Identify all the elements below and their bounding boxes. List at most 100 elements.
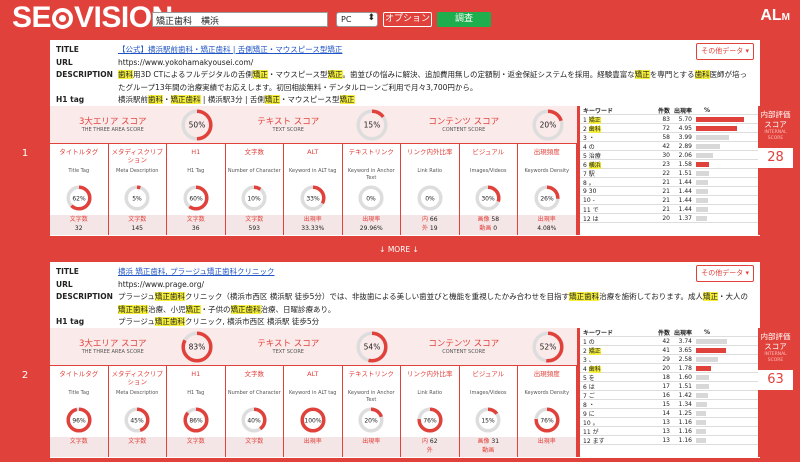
metric-desc: Keyword in Anchor Text [347,390,395,403]
metric-foot: 内 62 外 [401,437,459,457]
options-button[interactable]: オプション [383,12,432,27]
svg-text:30%: 30% [482,196,496,203]
metric-name: 文字数 [244,370,265,378]
metric-desc: Link Ratio [417,168,443,174]
metric-name: タイトルタグ [59,370,99,378]
metric-foot: 文字数 [225,437,283,457]
metric-name: ALT [307,148,319,156]
metric-foot: 文字数 [108,437,166,457]
result-card: その他データ ▾ TITLE 横浜 矯正歯科, プラージュ矯正歯科クリニック UR… [50,262,760,458]
svg-text:100%: 100% [304,418,321,425]
more-link[interactable]: ↓ MORE ↓ [44,245,754,254]
svg-text:45%: 45% [131,418,145,425]
metric-ring: 86% [182,406,210,438]
label-url: URL [56,279,73,289]
metric-name: ALT [307,370,319,378]
app-logo[interactable]: SE VISION [12,1,173,35]
metric-foot: 画像 58 動画 0 [459,215,517,235]
score-section: 3大エリア スコア THE THREE AREA SCORE 50% テキスト … [50,106,760,235]
internal-score-value: 63 [758,370,793,390]
result-card: その他データ ▾ TITLE 【公式】横浜駅前歯科・矯正歯科 | 舌側矯正・マウス… [50,40,760,236]
metric-link-ratio: リンク内外比率 Link Ratio 0% 内 66 外 19 [401,144,460,235]
metric-foot: 出現率 [284,437,342,457]
metric-desc: Keyword in ALT tag [289,168,337,174]
metric-name: リンク内外比率 [407,370,453,378]
metric-desc: Images/Videos [469,168,507,174]
result-rank: 2 [21,370,29,381]
metric-foot: 出現率 33.33% [284,215,342,235]
metric-visual: ビジュアル Images/Videos 30% 画像 58 動画 0 [459,144,518,235]
label-url: URL [56,57,73,67]
svg-text:96%: 96% [72,418,86,425]
metric-ring: 15% [474,406,502,438]
device-select[interactable]: PC [336,12,378,27]
metric-foot: 文字数 593 [225,215,283,235]
other-data-dropdown[interactable]: その他データ ▾ [696,43,754,60]
result-title-link[interactable]: 横浜 矯正歯科, プラージュ矯正歯科クリニック [118,266,754,279]
metric-ring: 33% [299,184,327,216]
alm-logo: ALM [760,7,790,24]
metric-ring: 5% [123,184,151,216]
svg-text:0%: 0% [366,196,376,203]
metric-ring: 62% [65,184,93,216]
svg-text:62%: 62% [72,196,86,203]
metric-desc: Images/Videos [469,390,507,396]
metric-foot: 内 66 外 19 [401,215,459,235]
internal-score-value: 28 [758,148,793,168]
metric-desc: Number of Character [227,168,281,174]
keyword-row: 9 30 21 1.44 [580,187,758,196]
result-url: https://www.prage.org/ [118,279,205,289]
label-title: TITLE [56,267,79,276]
metric-desc: Title Tag [68,168,90,174]
metric-foot: 文字数 36 [167,215,225,235]
result-description: プラージュ矯正歯科クリニック（横浜市西区 横浜駅 徒歩5分）では、非抜歯による美… [118,292,748,314]
metric-name: 文字数 [244,148,265,156]
svg-text:0%: 0% [425,196,435,203]
metric-ring: 0% [416,184,444,216]
metric-desc: Keyword in Anchor Text [347,168,395,181]
metric-anchor: テキストリンク Keyword in Anchor Text 0% 出現率 29.… [342,144,401,235]
svg-text:33%: 33% [306,196,320,203]
metric-desc: Keywords Density [524,390,570,396]
internal-score-title: 内部評価スコア [760,110,791,129]
metric-ring: 10% [240,184,268,216]
app-header: SEVISION 矯正歯科 横浜 PC オプション 調査 ALM [0,0,800,36]
result-title-link[interactable]: 【公式】横浜駅前歯科・矯正歯科 | 舌側矯正・マウスピース型矯正 [118,44,754,57]
internal-score-subtitle: INTERNAL SCORE [764,130,787,141]
svg-text:76%: 76% [423,418,437,425]
metric-desc: Title Tag [68,390,90,396]
metric-ring: 100% [299,406,327,438]
metric-ring: 45% [123,406,151,438]
search-button[interactable]: 調査 [437,12,491,27]
label-h1: H1 tag [56,95,85,104]
metric-name: ビジュアル [472,370,505,378]
keyword-input[interactable]: 矯正歯科 横浜 [152,12,328,27]
svg-text:26%: 26% [540,196,554,203]
metric-h1: H1 H1 Tag 60% 文字数 36 [167,144,226,235]
metric-characters: 文字数 Number of Character 40% 文字数 [225,366,284,457]
metric-title-tag: タイトルタグ Title Tag 96% 文字数 [50,366,109,457]
metric-grid: タイトルタグ Title Tag 96% 文字数 メタディスクリプション Met… [50,328,577,457]
metric-name: テキストリンク [348,148,394,156]
metric-foot: 文字数 32 [50,215,108,235]
other-data-dropdown[interactable]: その他データ ▾ [696,265,754,282]
metric-desc: H1 Tag [187,390,205,396]
metric-name: メタディスクリプション [111,370,164,386]
metric-foot: 出現率 [342,437,400,457]
svg-text:40%: 40% [248,418,262,425]
metric-desc: Link Ratio [417,390,443,396]
metric-desc: Keywords Density [524,168,570,174]
result-url: https://www.yokohamakyousei.com/ [118,57,254,67]
metric-grid: タイトルタグ Title Tag 62% 文字数 32 メタディスクリプション M… [50,106,577,235]
result-row: 2 その他データ ▾ TITLE 横浜 矯正歯科, プラージュ矯正歯科クリニック … [6,262,793,462]
metric-name: リンク内外比率 [407,148,453,156]
metric-ring: 40% [240,406,268,438]
metric-desc: Meta Description [116,168,159,174]
metric-characters: 文字数 Number of Character 10% 文字数 593 [225,144,284,235]
metric-foot: 文字数 [50,437,108,457]
metric-name: テキストリンク [348,370,394,378]
metric-alt: ALT Keyword in ALT tag 100% 出現率 [284,366,343,457]
result-row: 1 その他データ ▾ TITLE 【公式】横浜駅前歯科・矯正歯科 | 舌側矯正・マ… [6,40,793,240]
keyword-row: 12 は 20 1.37 [580,214,758,223]
label-title: TITLE [56,45,79,54]
